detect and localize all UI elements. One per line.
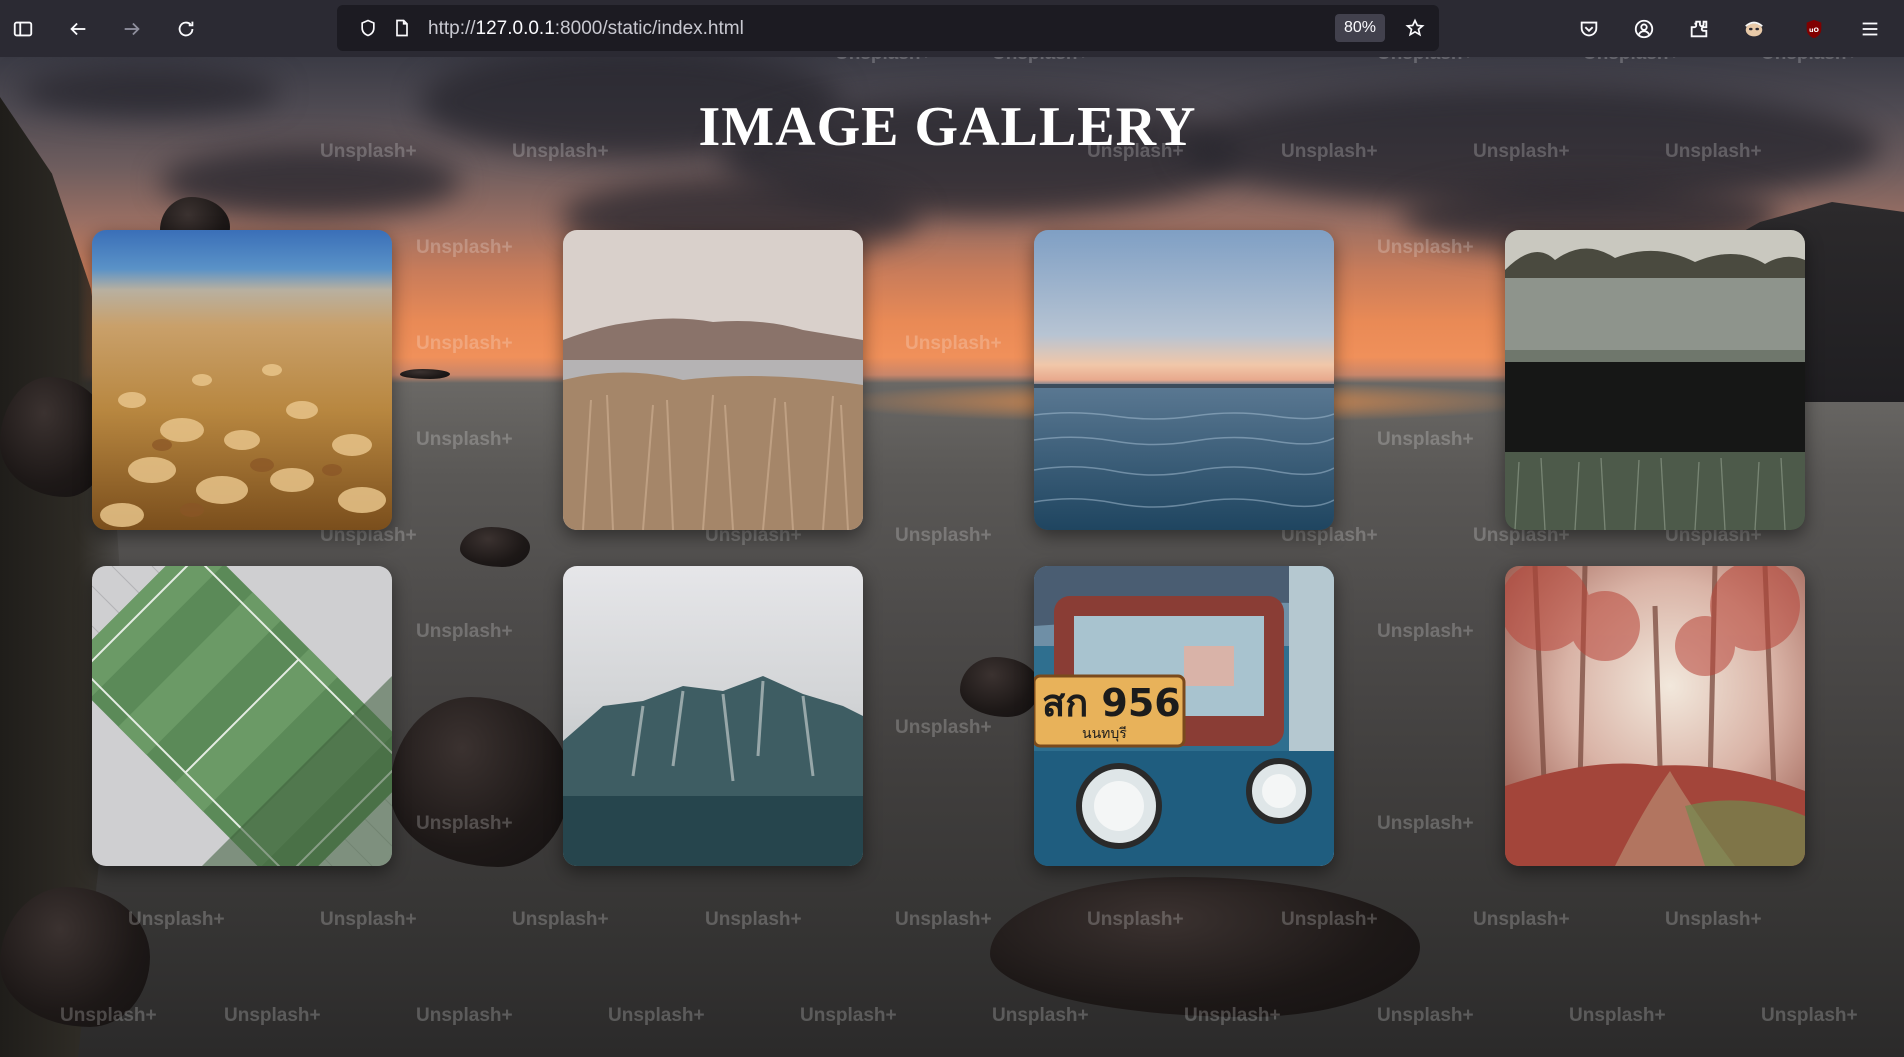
gallery-image-dry-grass-lake[interactable] — [563, 230, 863, 530]
sidebar-toggle-icon[interactable] — [6, 12, 40, 46]
page-icon[interactable] — [391, 17, 413, 39]
ublock-origin-icon[interactable]: uO — [1797, 12, 1831, 46]
image-gallery: สก 956 นนทบุรี — [92, 230, 1806, 866]
watermark: Unsplash+ — [1473, 909, 1570, 930]
watermark: Unsplash+ — [992, 1005, 1089, 1026]
watermark: Unsplash+ — [1761, 1005, 1858, 1026]
forward-arrow-icon[interactable] — [115, 12, 149, 46]
watermark: Unsplash+ — [1377, 57, 1474, 65]
watermark: Unsplash+ — [705, 909, 802, 930]
plate-province: นนทบุรี — [1082, 726, 1127, 742]
extensions-icon[interactable] — [1682, 12, 1716, 46]
browser-toolbar: http://127.0.0.1:8000/static/index.html … — [0, 0, 1904, 57]
watermark: Unsplash+ — [320, 909, 417, 930]
watermark: Unsplash+ — [1665, 909, 1762, 930]
back-arrow-icon[interactable] — [61, 12, 95, 46]
gallery-image-aerial-football-pitch[interactable] — [92, 566, 392, 866]
reload-icon[interactable] — [169, 12, 203, 46]
watermark: Unsplash+ — [224, 1005, 321, 1026]
hamburger-menu-icon[interactable] — [1853, 12, 1887, 46]
watermark: Unsplash+ — [416, 1005, 513, 1026]
gallery-image-tuk-tuk[interactable]: สก 956 นนทบุรี — [1034, 566, 1334, 866]
shield-icon[interactable] — [357, 17, 379, 39]
watermark: Unsplash+ — [835, 57, 932, 65]
pocket-icon[interactable] — [1572, 12, 1606, 46]
url-bar[interactable]: http://127.0.0.1:8000/static/index.html … — [337, 5, 1439, 51]
gallery-image-beach-pebbles[interactable] — [92, 230, 392, 530]
svg-text:uO: uO — [1809, 26, 1820, 34]
account-icon[interactable] — [1627, 12, 1661, 46]
page-title: IMAGE GALLERY — [698, 96, 1197, 158]
watermark: Unsplash+ — [1583, 57, 1680, 65]
watermark: Unsplash+ — [895, 909, 992, 930]
zoom-level-button[interactable]: 80% — [1335, 14, 1386, 42]
url-text[interactable]: http://127.0.0.1:8000/static/index.html — [428, 18, 744, 40]
watermark: Unsplash+ — [992, 57, 1089, 65]
gallery-image-frosty-field[interactable] — [1505, 230, 1805, 530]
watermark: Unsplash+ — [1377, 1005, 1474, 1026]
watermark: Unsplash+ — [800, 1005, 897, 1026]
url-scheme: http:// — [428, 18, 476, 39]
gallery-image-misty-mountain[interactable] — [563, 566, 863, 866]
watermark: Unsplash+ — [512, 909, 609, 930]
extension-face-icon[interactable] — [1737, 12, 1771, 46]
gallery-image-calm-sea[interactable] — [1034, 230, 1334, 530]
rock — [0, 887, 150, 1027]
url-host: 127.0.0.1 — [475, 18, 555, 39]
bookmark-star-icon[interactable] — [1404, 17, 1426, 39]
watermark: Unsplash+ — [1761, 57, 1858, 65]
watermark: Unsplash+ — [608, 1005, 705, 1026]
gallery-image-autumn-forest[interactable] — [1505, 566, 1805, 866]
rock — [990, 877, 1420, 1017]
page-background: Unsplash+ Unsplash+ Unsplash+ Unsplash+ … — [0, 57, 1904, 1057]
watermark: Unsplash+ — [1569, 1005, 1666, 1026]
url-path: :8000/static/index.html — [554, 18, 744, 39]
plate-number: สก 956 — [1042, 681, 1181, 725]
